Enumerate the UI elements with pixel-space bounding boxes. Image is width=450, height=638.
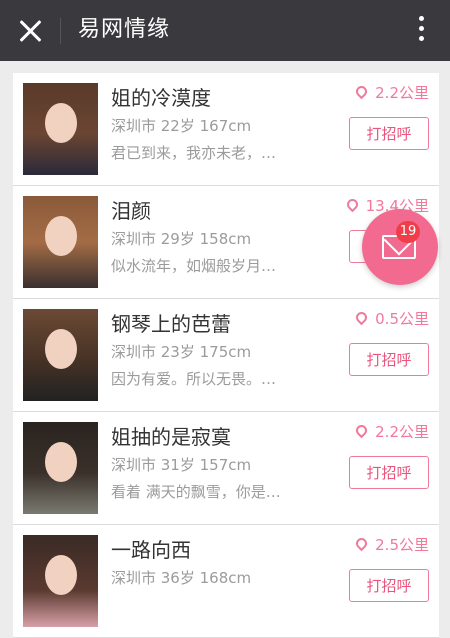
location-pin-icon xyxy=(353,309,370,326)
profile-name: 姐抽的是寂寞 xyxy=(111,425,231,449)
distance-value: 2.2公里 xyxy=(375,84,429,102)
profile-bio: 似水流年，如烟般岁月… xyxy=(111,257,277,275)
list-item[interactable]: 一路向西 深圳市 36岁 168cm 2.5公里 打招呼 xyxy=(13,525,439,638)
greet-button[interactable]: 打招呼 xyxy=(349,117,429,150)
distance: 2.2公里 xyxy=(353,422,429,442)
distance: 2.5公里 xyxy=(353,535,429,555)
avatar xyxy=(23,196,98,288)
header-divider xyxy=(60,18,61,44)
avatar xyxy=(23,83,98,175)
profile-list: 姐的冷漠度 深圳市 22岁 167cm 君已到来，我亦未老，… 2.2公里 打招… xyxy=(13,73,439,638)
profile-name: 一路向西 xyxy=(111,538,191,562)
profile-bio: 因为有爱。所以无畏。… xyxy=(111,370,277,388)
distance: 0.5公里 xyxy=(353,309,429,329)
profile-info: 深圳市 22岁 167cm xyxy=(111,117,252,135)
greet-button[interactable]: 打招呼 xyxy=(349,569,429,602)
avatar xyxy=(23,309,98,401)
profile-bio: 君已到来，我亦未老，… xyxy=(111,144,277,162)
page-title: 易网情缘 xyxy=(78,17,171,42)
profile-info: 深圳市 29岁 158cm xyxy=(111,230,252,248)
avatar xyxy=(23,422,98,514)
profile-info: 深圳市 23岁 175cm xyxy=(111,343,252,361)
list-item[interactable]: 姐抽的是寂寞 深圳市 31岁 157cm 看着 满天的飘雪，你是… 2.2公里 … xyxy=(13,412,439,525)
location-pin-icon xyxy=(353,83,370,100)
profile-bio: 看着 满天的飘雪，你是… xyxy=(111,483,281,501)
close-icon[interactable] xyxy=(16,16,46,46)
message-button[interactable]: 19 xyxy=(362,209,438,285)
profile-name: 姐的冷漠度 xyxy=(111,86,211,110)
top-bar: 易网情缘 xyxy=(0,0,450,61)
location-pin-icon xyxy=(344,196,360,213)
list-item[interactable]: 姐的冷漠度 深圳市 22岁 167cm 君已到来，我亦未老，… 2.2公里 打招… xyxy=(13,73,439,186)
distance-value: 0.5公里 xyxy=(375,310,429,328)
distance: 2.2公里 xyxy=(353,83,429,103)
greet-button[interactable]: 打招呼 xyxy=(349,343,429,376)
profile-info: 深圳市 31岁 157cm xyxy=(111,456,252,474)
location-pin-icon xyxy=(353,535,370,552)
profile-name: 泪颜 xyxy=(111,199,151,223)
profile-info: 深圳市 36岁 168cm xyxy=(111,569,252,587)
location-pin-icon xyxy=(353,422,370,439)
profile-name: 钢琴上的芭蕾 xyxy=(111,312,231,336)
distance-value: 2.2公里 xyxy=(375,423,429,441)
more-vertical-icon[interactable] xyxy=(417,16,425,46)
list-item[interactable]: 钢琴上的芭蕾 深圳市 23岁 175cm 因为有爱。所以无畏。… 0.5公里 打… xyxy=(13,299,439,412)
unread-badge: 19 xyxy=(396,221,420,243)
distance-value: 2.5公里 xyxy=(375,536,429,554)
greet-button[interactable]: 打招呼 xyxy=(349,456,429,489)
avatar xyxy=(23,535,98,627)
